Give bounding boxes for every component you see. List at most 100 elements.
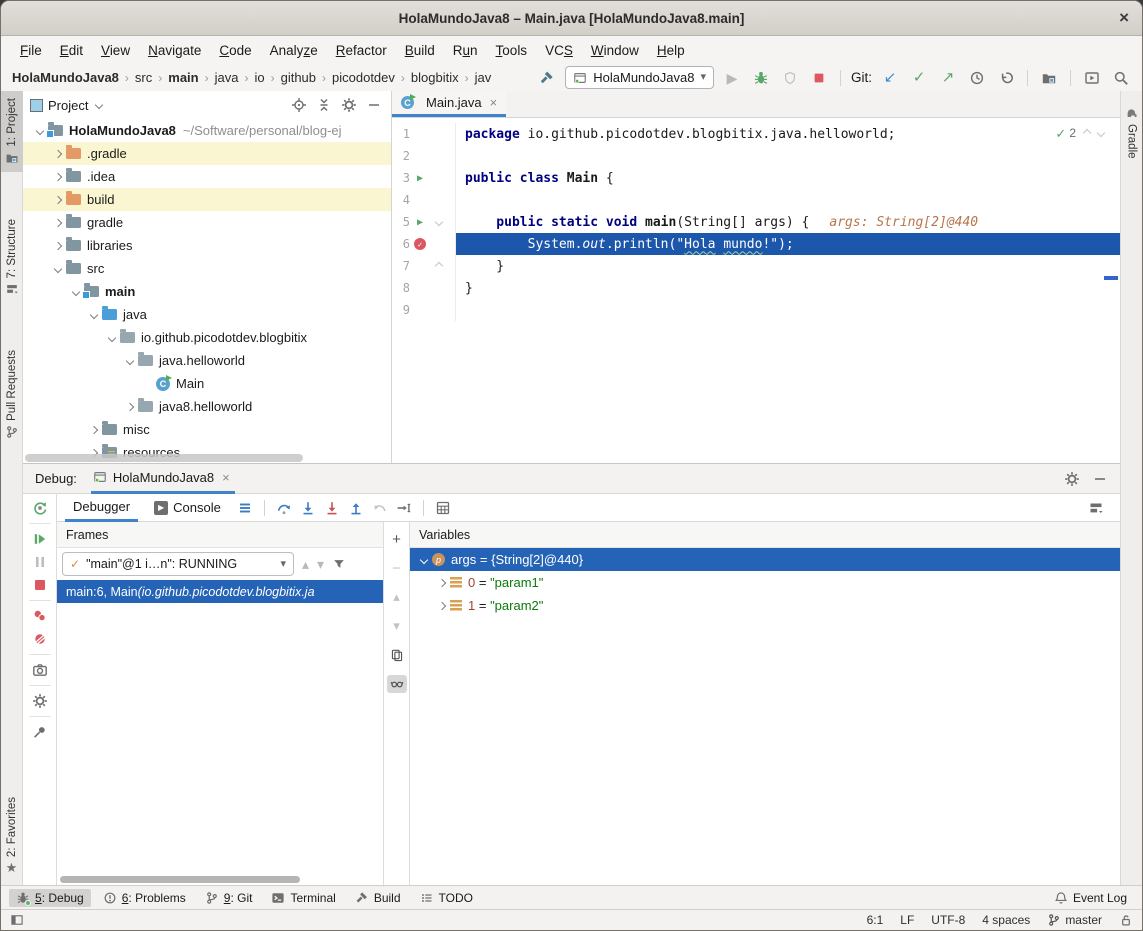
tree-item-java[interactable]: java — [23, 303, 391, 326]
close-icon[interactable]: × — [222, 470, 230, 485]
tree-item-package[interactable]: io.github.picodotdev.blogbitix — [23, 326, 391, 349]
variable-row-0[interactable]: 0 = "param1" — [410, 571, 1120, 594]
tree-item-build[interactable]: build — [23, 188, 391, 211]
tree-item-gradle[interactable]: gradle — [23, 211, 391, 234]
menu-vcs[interactable]: VCS — [536, 40, 582, 61]
editor-tab-main-java[interactable]: C Main.java × — [392, 91, 506, 117]
chevron-down-icon[interactable] — [95, 101, 103, 109]
code-line[interactable]: 8 } — [392, 277, 1120, 299]
code-line[interactable]: 9 — [392, 299, 1120, 321]
stripe-favorites-button[interactable]: 2: Favorites ★ — [1, 790, 23, 881]
stripe-pull-requests-button[interactable]: Pull Requests — [1, 343, 23, 446]
stripe-structure-button[interactable]: 7: Structure — [1, 212, 23, 303]
breadcrumb-item[interactable]: picodotdev — [331, 70, 396, 85]
debug-settings-gear-button[interactable] — [32, 693, 48, 709]
chevron-expanded-icon[interactable] — [49, 266, 66, 272]
search-everywhere-icon[interactable] — [1110, 67, 1132, 89]
git-branch-widget[interactable]: master — [1047, 913, 1102, 927]
tree-item-libraries[interactable]: libraries — [23, 234, 391, 257]
git-update-icon[interactable]: ↙ — [879, 67, 901, 89]
evaluate-expression-button[interactable] — [435, 500, 451, 516]
force-step-into-button[interactable] — [324, 500, 340, 516]
step-over-button[interactable] — [276, 500, 292, 516]
hide-panel-icon[interactable] — [366, 97, 382, 113]
run-button[interactable]: ▶ — [721, 67, 743, 89]
breadcrumb-item[interactable]: blogbitix — [410, 70, 460, 85]
code-line[interactable]: 4 — [392, 189, 1120, 211]
execution-point-scroll-mark[interactable] — [1104, 276, 1118, 280]
chevron-collapsed-icon[interactable] — [434, 580, 450, 586]
code-line[interactable]: 7 } — [392, 255, 1120, 277]
tree-item-main-class[interactable]: C Main — [23, 372, 391, 395]
menu-build[interactable]: Build — [396, 40, 444, 61]
menu-window[interactable]: Window — [582, 40, 648, 61]
menu-help[interactable]: Help — [648, 40, 694, 61]
breadcrumb-item[interactable]: main — [167, 70, 199, 85]
run-to-cursor-button[interactable] — [396, 500, 412, 516]
filter-frames-icon[interactable] — [332, 557, 346, 571]
run-method-icon[interactable]: ▶ — [417, 217, 423, 228]
stripe-project-button[interactable]: 1: Project — [1, 91, 23, 172]
tree-item-root[interactable]: HolaMundoJava8 ~/Software/personal/blog-… — [23, 119, 391, 142]
git-commit-icon[interactable]: ✓ — [908, 67, 930, 89]
title-bar[interactable]: HolaMundoJava8 – Main.java [HolaMundoJav… — [1, 1, 1142, 36]
menu-refactor[interactable]: Refactor — [327, 40, 396, 61]
menu-tools[interactable]: Tools — [487, 40, 537, 61]
chevron-collapsed-icon[interactable] — [434, 603, 450, 609]
stripe-gradle-button[interactable]: Gradle — [1121, 99, 1143, 166]
caret-position[interactable]: 6:1 — [867, 913, 884, 927]
variable-row-1[interactable]: 1 = "param2" — [410, 594, 1120, 617]
menu-view[interactable]: View — [92, 40, 139, 61]
chevron-collapsed-icon[interactable] — [49, 243, 66, 249]
breadcrumb-item[interactable]: github — [280, 70, 317, 85]
history-clock-icon[interactable] — [966, 67, 988, 89]
breadcrumb-item[interactable]: java — [214, 70, 240, 85]
gear-icon[interactable] — [1064, 471, 1080, 487]
inspection-widget[interactable]: ✓2 — [1055, 126, 1104, 140]
tree-item-java8-helloworld[interactable]: java8.helloworld — [23, 395, 391, 418]
file-encoding[interactable]: UTF-8 — [931, 913, 965, 927]
breadcrumb-item[interactable]: jav — [474, 70, 493, 85]
chevron-collapsed-icon[interactable] — [85, 427, 102, 433]
thread-dump-camera-button[interactable] — [32, 662, 48, 678]
frame-up-icon[interactable]: ▴ — [302, 557, 309, 571]
chevron-collapsed-icon[interactable] — [49, 151, 66, 157]
project-structure-icon[interactable] — [1038, 67, 1060, 89]
step-out-button[interactable] — [348, 500, 364, 516]
code-area[interactable]: ✓2 1 package io.github.picodotdev.blogbi… — [392, 118, 1120, 463]
thread-select[interactable]: ✓ "main"@1 i…n": RUNNING ▾ — [62, 552, 294, 576]
drop-frame-button[interactable] — [372, 500, 388, 516]
event-log-button[interactable]: Event Log — [1047, 889, 1134, 907]
step-into-button[interactable] — [300, 500, 316, 516]
debug-session-tab[interactable]: HolaMundoJava8 × — [91, 464, 235, 494]
build-hammer-icon[interactable] — [536, 67, 558, 89]
chevron-expanded-icon[interactable] — [85, 312, 102, 318]
fold-marker-icon[interactable] — [435, 218, 443, 226]
locate-file-icon[interactable] — [291, 97, 307, 113]
remove-watch-button[interactable]: − — [387, 559, 407, 577]
run-class-icon[interactable]: ▶ — [417, 173, 423, 184]
code-line[interactable]: 2 — [392, 145, 1120, 167]
git-push-icon[interactable]: ↗ — [937, 67, 959, 89]
tree-item-src[interactable]: src — [23, 257, 391, 280]
collapse-all-icon[interactable] — [316, 97, 332, 113]
run-configuration-select[interactable]: HolaMundoJava8 ▾ — [565, 66, 714, 89]
indent-setting[interactable]: 4 spaces — [982, 913, 1030, 927]
rerun-button[interactable] — [32, 500, 48, 516]
chevron-collapsed-icon[interactable] — [49, 197, 66, 203]
breadcrumb-item[interactable]: src — [134, 70, 153, 85]
tree-item-main[interactable]: main — [23, 280, 391, 303]
layout-menu-icon[interactable] — [237, 500, 253, 516]
stack-frame-selected[interactable]: main:6, Main (io.github.picodotdev.blogb… — [57, 580, 383, 603]
toolbar-git-button[interactable]: 9: Git — [198, 889, 260, 907]
toolbar-problems-button[interactable]: 6: Problems — [96, 889, 193, 907]
rollback-icon[interactable] — [995, 67, 1017, 89]
toolbar-build-button[interactable]: Build — [348, 889, 408, 907]
menu-run[interactable]: Run — [444, 40, 487, 61]
chevron-collapsed-icon[interactable] — [121, 404, 138, 410]
menu-analyze[interactable]: Analyze — [261, 40, 327, 61]
stop-button[interactable] — [32, 577, 48, 593]
tree-item-idea[interactable]: .idea — [23, 165, 391, 188]
chevron-expanded-icon[interactable] — [103, 335, 120, 341]
horizontal-scrollbar[interactable] — [25, 454, 303, 462]
